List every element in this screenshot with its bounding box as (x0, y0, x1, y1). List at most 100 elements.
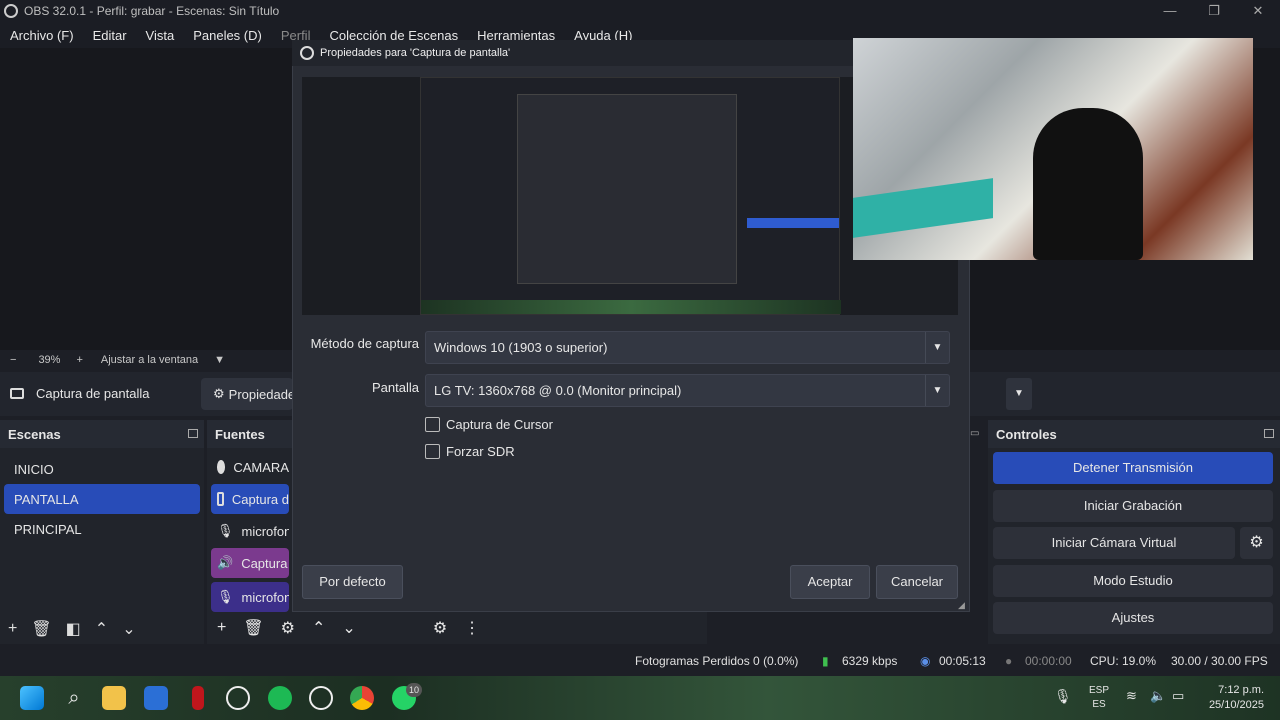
fit-window-label[interactable]: Ajustar a la ventana (101, 354, 198, 366)
nested-taskbar-image (421, 300, 841, 314)
language-indicator[interactable]: ESP ES (1089, 684, 1109, 712)
float-icon[interactable] (188, 429, 198, 438)
dropped-frames: Fotogramas Perdidos 0 (0.0%) (635, 654, 799, 668)
source-label: Captura d (231, 491, 289, 507)
stream-icon: ◉ (920, 654, 931, 668)
display-label: Pantalla (372, 380, 419, 395)
cancel-button[interactable]: Cancelar (876, 565, 958, 599)
properties-button[interactable]: ⚙ Propiedades (201, 378, 302, 410)
monitor-icon (10, 388, 24, 399)
store-icon[interactable] (144, 686, 168, 710)
more-icon[interactable]: ⋮ (464, 618, 480, 638)
bitrate: 6329 kbps (842, 654, 898, 668)
dialog-title-bar: Propiedades para 'Captura de pantalla' (292, 40, 854, 66)
volume-icon[interactable]: 🔈 (1150, 688, 1166, 704)
spotify-icon[interactable] (268, 686, 292, 710)
settings-button[interactable]: Ajustes (993, 602, 1273, 634)
menu-editar[interactable]: Editar (93, 28, 127, 43)
nested-dialog-image (517, 94, 737, 284)
wifi-icon[interactable]: ≋ (1126, 688, 1137, 704)
move-up-icon[interactable]: ⌃ (95, 619, 108, 639)
obs-taskbar-icon[interactable] (309, 686, 333, 710)
menu-paneles[interactable]: Paneles (D) (193, 28, 262, 43)
cursor-checkbox[interactable]: Captura de Cursor (425, 417, 553, 432)
start-recording-button[interactable]: Iniciar Grabación (993, 490, 1273, 522)
trash-icon[interactable]: 🗑 (31, 619, 51, 639)
scene-item[interactable]: INICIO (4, 454, 200, 484)
float-icon[interactable]: ▭ (970, 428, 979, 439)
signal-icon: ▮ (822, 654, 829, 668)
capture-method-select[interactable]: Windows 10 (1903 o superior) ▼ (425, 331, 950, 364)
add-icon[interactable]: + (8, 620, 17, 638)
mixer-gear-icon[interactable]: ⚙ (433, 618, 447, 638)
language-code: ESP (1089, 685, 1110, 696)
close-icon[interactable]: ✕ (1236, 0, 1280, 22)
sdr-checkbox[interactable]: Forzar SDR (425, 444, 515, 459)
virtual-camera-gear-icon[interactable]: ⚙ (1240, 527, 1273, 559)
source-item[interactable]: Captura d (211, 484, 289, 514)
menu-archivo[interactable]: Archivo (F) (10, 28, 74, 43)
scene-item[interactable]: PRINCIPAL (4, 514, 200, 544)
move-up-icon[interactable]: ⌃ (312, 618, 325, 638)
battery-icon[interactable]: ▭ (1172, 688, 1184, 704)
search-icon[interactable]: ⌕ (62, 686, 86, 710)
defaults-button[interactable]: Por defecto (302, 565, 403, 599)
controls-title: Controles (996, 426, 1057, 442)
source-item[interactable]: 🎙 microfono (211, 582, 289, 612)
cpu-usage: CPU: 19.0% (1090, 654, 1157, 668)
chevron-down-icon[interactable]: ▼ (1006, 378, 1032, 410)
stream-time: 00:05:13 (939, 654, 986, 668)
float-icon[interactable] (1264, 429, 1274, 438)
display-select[interactable]: LG TV: 1360x768 @ 0.0 (Monitor principal… (425, 374, 950, 407)
scene-label: PRINCIPAL (14, 521, 82, 537)
chrome-icon[interactable] (350, 686, 374, 710)
menu-vista[interactable]: Vista (146, 28, 175, 43)
selected-source: Captura de pantalla (10, 386, 149, 401)
checkbox-box[interactable] (425, 417, 440, 432)
source-item[interactable]: CAMARA (211, 450, 289, 484)
move-down-icon[interactable]: ⌄ (342, 618, 355, 638)
language-region: ES (1092, 699, 1106, 710)
sdr-checkbox-label: Forzar SDR (446, 444, 515, 459)
stop-stream-button[interactable]: Detener Transmisión (993, 452, 1273, 484)
source-label: CAMARA (233, 459, 289, 475)
clock[interactable]: 7:12 p.m. 25/10/2025 (1198, 683, 1264, 713)
move-down-icon[interactable]: ⌄ (122, 619, 135, 639)
source-item[interactable]: 🔊 Captura d (211, 548, 289, 578)
sources-title: Fuentes (215, 426, 265, 442)
file-explorer-icon[interactable] (102, 686, 126, 710)
source-label: Captura d (241, 555, 289, 571)
resize-grip-icon[interactable]: ◢ (958, 600, 965, 611)
speaker-icon: 🔊 (217, 555, 234, 570)
chevron-down-icon[interactable]: ▼ (214, 354, 225, 366)
sources-dock: Fuentes CAMARA Captura d 🎙 microfono 🔊 Cap… (207, 420, 293, 644)
person-image (1033, 108, 1143, 260)
checkbox-box[interactable] (425, 444, 440, 459)
scene-item[interactable]: PANTALLA (4, 484, 200, 514)
add-icon[interactable]: + (217, 619, 226, 637)
zoom-value: 39% (38, 354, 61, 366)
chatgpt-icon[interactable] (226, 686, 250, 710)
zoom-out-button[interactable]: − (10, 354, 16, 366)
zoom-in-button[interactable]: + (76, 354, 82, 366)
minimize-icon[interactable]: — (1148, 0, 1192, 22)
studio-mode-button[interactable]: Modo Estudio (993, 565, 1273, 597)
ok-button[interactable]: Aceptar (790, 565, 870, 599)
clock-time: 7:12 p.m. (1218, 684, 1264, 696)
nested-screen-preview (420, 77, 841, 315)
filter-icon[interactable]: ◧ (66, 619, 81, 639)
source-item[interactable]: 🎙 microfono (211, 514, 289, 548)
microphone-icon: 🎙 (217, 589, 234, 604)
gear-icon[interactable]: ⚙ (281, 618, 295, 638)
camera-icon (217, 460, 226, 474)
trash-icon[interactable]: 🗑 (243, 618, 263, 638)
start-virtual-camera-button[interactable]: Iniciar Cámara Virtual (993, 527, 1235, 559)
capture-method-label: Método de captura (310, 336, 419, 351)
scenes-title: Escenas (8, 426, 61, 442)
source-label: microfono (241, 523, 289, 539)
mic-tray-icon[interactable]: 🎙 (1054, 688, 1072, 705)
restore-icon[interactable]: ❐ (1192, 0, 1236, 22)
windows-start-icon[interactable] (20, 686, 44, 710)
netflix-icon[interactable] (192, 686, 204, 710)
source-label: microfono (241, 589, 289, 605)
